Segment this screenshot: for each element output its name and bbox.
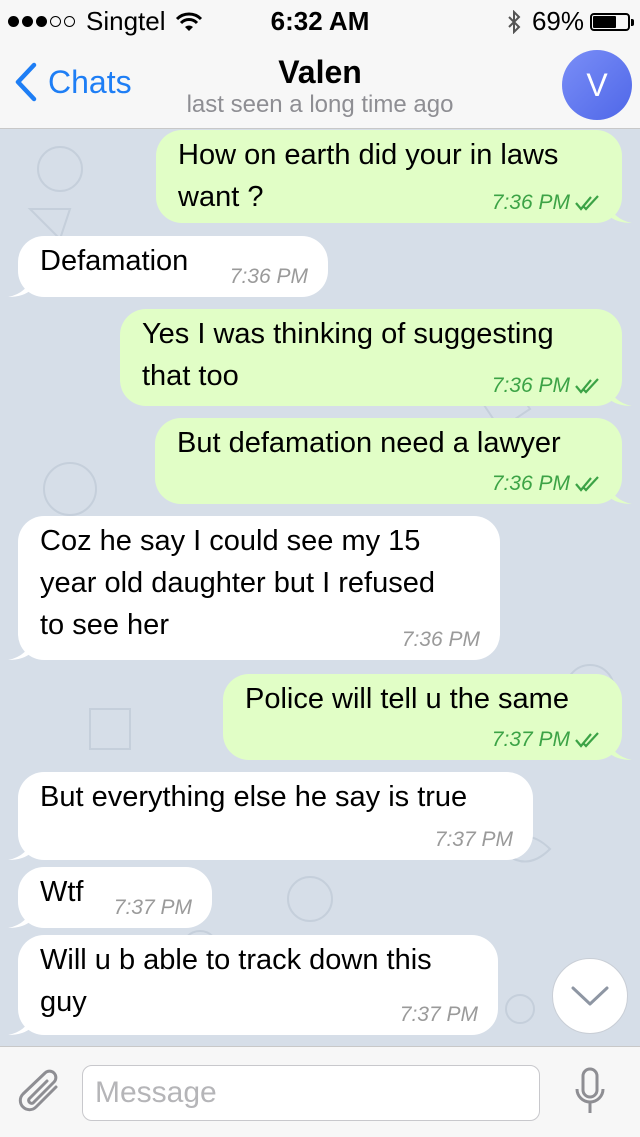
scroll-to-bottom-button[interactable] xyxy=(552,958,628,1034)
message-bubble-outgoing[interactable]: How on earth did your in laws want ? 7:36… xyxy=(156,130,632,223)
message-bubble-incoming[interactable]: Wtf 7:37 PM xyxy=(8,867,212,928)
battery-percent: 69% xyxy=(531,6,584,36)
message-time: 7:36 PM xyxy=(401,628,480,651)
message-time: 7:37 PM xyxy=(434,828,513,851)
message-meta: 7:36 PM xyxy=(230,265,308,289)
message-text: But everything else he say is true xyxy=(40,781,468,813)
chat-header: Chats Valen last seen a long time ago V xyxy=(0,40,640,129)
bluetooth-icon xyxy=(508,9,521,34)
paperclip-icon xyxy=(18,1069,58,1112)
microphone-icon xyxy=(575,1067,605,1113)
message-bubble-outgoing[interactable]: Police will tell u the same 7:37 PM xyxy=(223,674,632,760)
read-checkmarks-icon xyxy=(575,195,599,211)
message-bubble-incoming[interactable]: Defamation 7:36 PM xyxy=(8,236,328,297)
message-bubble-incoming[interactable]: But everything else he say is true 7:37 … xyxy=(8,772,533,860)
message-meta: 7:37 PM xyxy=(435,828,513,852)
message-list[interactable]: How on earth did your in laws want ? 7:36… xyxy=(0,129,640,1046)
battery-info: 69% xyxy=(506,6,634,37)
message-bubble-incoming[interactable]: Will u b able to track down this guy 7:37… xyxy=(8,935,498,1035)
message-meta: 7:36 PM xyxy=(492,374,602,398)
message-time: 7:36 PM xyxy=(229,265,308,288)
message-time: 7:36 PM xyxy=(491,374,570,397)
message-time: 7:37 PM xyxy=(113,896,192,919)
attach-button[interactable] xyxy=(16,1067,64,1124)
message-meta: 7:36 PM xyxy=(402,628,480,652)
message-time: 7:37 PM xyxy=(399,1003,478,1026)
message-meta: 7:37 PM xyxy=(114,896,192,920)
message-time: 7:37 PM xyxy=(491,728,570,751)
read-checkmarks-icon xyxy=(575,476,599,492)
voice-record-button[interactable] xyxy=(572,1065,608,1126)
message-text: But defamation need a lawyer xyxy=(177,427,561,459)
message-time: 7:36 PM xyxy=(491,191,570,214)
battery-icon xyxy=(590,12,634,31)
message-text: Police will tell u the same xyxy=(245,683,569,715)
message-input[interactable] xyxy=(82,1065,540,1121)
message-time: 7:36 PM xyxy=(491,472,570,495)
last-seen-status: last seen a long time ago xyxy=(186,91,454,118)
message-composer xyxy=(0,1046,640,1137)
message-meta: 7:36 PM xyxy=(492,472,602,496)
message-bubble-incoming[interactable]: Coz he say I could see my 15 year old dau… xyxy=(8,516,500,660)
chevron-down-icon xyxy=(571,986,609,1006)
contact-name[interactable]: Valen xyxy=(0,54,640,91)
read-checkmarks-icon xyxy=(575,378,599,394)
message-meta: 7:37 PM xyxy=(400,1003,478,1027)
read-checkmarks-icon xyxy=(575,732,599,748)
message-meta: 7:36 PM xyxy=(492,191,602,215)
status-bar: Singtel 6:32 AM 69% xyxy=(0,0,640,40)
avatar[interactable]: V xyxy=(562,50,632,120)
message-bubble-outgoing[interactable]: But defamation need a lawyer 7:36 PM xyxy=(155,418,632,504)
message-meta: 7:37 PM xyxy=(492,728,602,752)
message-bubble-outgoing[interactable]: Yes I was thinking of suggesting that too… xyxy=(120,309,632,406)
